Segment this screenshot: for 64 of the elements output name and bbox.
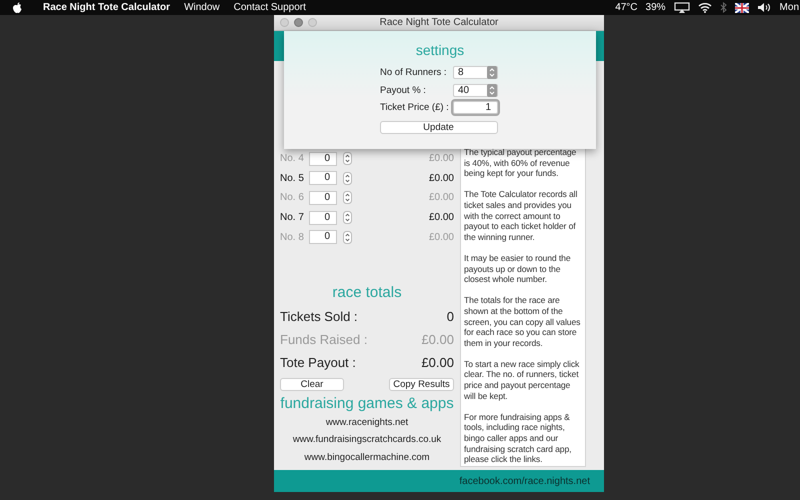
runner-label: No. 7	[280, 212, 305, 224]
flag-icon[interactable]	[734, 2, 749, 12]
website-link[interactable]: www.bingocallermachine.com	[304, 448, 430, 466]
stepper-icon[interactable]	[343, 191, 352, 204]
info-paragraph: The totals for the race are shown at the bottom of the screen, you can copy all values for each race so you can store them in your records.	[464, 295, 582, 348]
stepper-icon[interactable]	[343, 211, 352, 224]
payout-amount: £0.00	[428, 232, 454, 243]
stepper-icon[interactable]	[343, 172, 352, 185]
info-paragraph: The typical payout percentage is 40%, with 60% of revenue being kept for your funds.	[464, 147, 578, 179]
settings-heading: settings	[416, 42, 464, 58]
ticket-count-field[interactable]: 0	[309, 171, 337, 186]
menu-item[interactable]: Contact Support	[234, 2, 306, 13]
stepper-icon[interactable]	[487, 84, 497, 97]
ticket-count-field[interactable]: 0	[309, 190, 337, 205]
stepper-icon[interactable]	[343, 152, 352, 166]
website-link[interactable]: www.fundraisingscratchcards.co.uk	[292, 431, 442, 448]
window-title: Race Night Tote Calculator	[380, 17, 498, 28]
display-icon[interactable]	[674, 2, 690, 13]
ticket-count-field[interactable]: 0	[309, 152, 337, 166]
info-paragraph: To start a new race simply click clear. The no. of runners, ticket price and payout percentage will be kept.	[464, 358, 580, 402]
apple-icon[interactable]	[12, 2, 23, 14]
payout-amount: £0.00	[428, 153, 454, 164]
info-paragraph: For more fundraising apps & tools, including race nights, bingo caller apps and our fundraising scratch card app, please click the links.	[464, 412, 572, 465]
stepper-icon[interactable]	[487, 66, 497, 80]
battery-reading[interactable]: 39%	[646, 2, 666, 13]
total-label: Tote Payout :	[280, 354, 356, 370]
setting-label: No of Runners :	[380, 67, 448, 78]
bluetooth-icon[interactable]	[720, 2, 727, 13]
runner-label: No. 4	[280, 153, 305, 164]
temperature-reading[interactable]: 47°C	[615, 2, 638, 13]
website-link[interactable]: www.racenights.net	[326, 414, 408, 431]
clock[interactable]: Mon	[780, 2, 799, 13]
facebook-link[interactable]: facebook.com/race.nights.net	[459, 476, 590, 486]
info-paragraph: It may be easier to round the payouts up or down to the closest whole number.	[464, 252, 572, 285]
minimize-button[interactable]	[294, 18, 303, 27]
update-button[interactable]: Update	[380, 120, 498, 134]
price-field[interactable]: 1	[453, 101, 498, 114]
links-heading: fundraising games & apps	[280, 394, 454, 412]
total-label: Funds Raised :	[280, 332, 368, 346]
payout-amount: £0.00	[428, 172, 454, 184]
payout-amount: £0.00	[428, 192, 454, 204]
total-label: Tickets Sold :	[280, 308, 358, 324]
action-button[interactable]: Copy Results	[389, 378, 454, 390]
total-value: £0.00	[421, 354, 454, 370]
info-paragraph: The Tote Calculator records all ticket sales and provides you with the correct amount to payout to each ticket holder of the winning runner.	[464, 189, 578, 242]
totals-heading: race totals	[331, 284, 403, 300]
runner-label: No. 5	[280, 172, 305, 184]
volume-icon[interactable]	[756, 2, 772, 13]
ticket-count-field[interactable]: 0	[309, 210, 337, 225]
runner-label: No. 6	[280, 192, 305, 204]
stepper-field[interactable]: 40	[453, 84, 498, 97]
runner-label: No. 8	[280, 232, 305, 243]
payout-amount: £0.00	[428, 212, 454, 224]
setting-label: Ticket Price (£) :	[380, 102, 450, 114]
setting-label: Payout % :	[380, 84, 427, 96]
wifi-icon[interactable]	[698, 2, 712, 13]
app-menu[interactable]: Race Night Tote Calculator	[43, 2, 170, 13]
stepper-field[interactable]: 8	[453, 66, 498, 80]
action-button[interactable]: Clear	[280, 378, 344, 390]
ticket-count-field[interactable]: 0	[309, 230, 337, 244]
total-value: 0	[446, 308, 454, 324]
stepper-icon[interactable]	[343, 230, 352, 244]
menu-item[interactable]: Window	[184, 2, 220, 13]
total-value: £0.00	[421, 332, 454, 346]
